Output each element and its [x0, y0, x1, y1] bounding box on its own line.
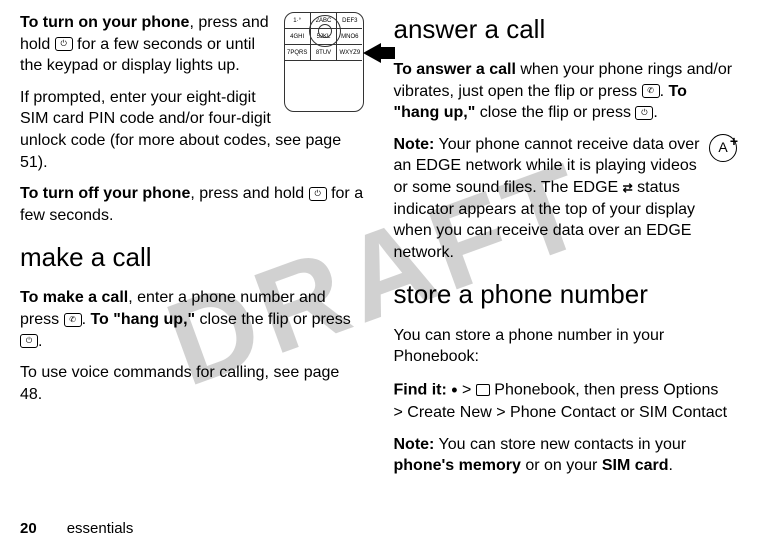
keypad-key: 1·° — [285, 13, 311, 29]
answer-call-label: To answer a call — [394, 61, 516, 78]
page-columns: 1·° 2ABC DEF3 4GHI 5JKL MNO6 7PQRS 8TUV … — [0, 0, 757, 487]
make-call-paragraph: To make a call, enter a phone number and… — [20, 287, 364, 352]
end-key-icon: ⏻ — [20, 334, 38, 348]
keypad-key: 4GHI — [285, 29, 311, 45]
phonebook-label: Phonebook — [394, 348, 475, 365]
text: > — [458, 381, 476, 398]
power-key-icon: ⏻ — [55, 37, 73, 51]
text: You can store a phone number in your — [394, 327, 665, 344]
menu-phonebook: Phonebook — [494, 381, 575, 398]
store-note-paragraph: Note: You can store new contacts in your… — [394, 434, 738, 477]
keypad-key: WXYZ9 — [337, 45, 362, 61]
text: . — [660, 83, 669, 100]
keypad-key: MNO6 — [337, 29, 362, 45]
menu-create-new: Create New — [407, 404, 491, 421]
section-name: essentials — [67, 520, 134, 537]
turn-off-label: To turn off your phone — [20, 185, 190, 202]
text: close the flip or press — [195, 311, 351, 328]
text: You can store new contacts in your — [434, 436, 686, 453]
keypad-key: 8TUV — [311, 45, 337, 61]
keypad-illustration: 1·° 2ABC DEF3 4GHI 5JKL MNO6 7PQRS 8TUV … — [284, 12, 364, 112]
menu-options: Options — [663, 381, 718, 398]
keypad-key: 7PQRS — [285, 45, 311, 61]
hang-up-label: To "hang up," — [90, 311, 195, 328]
make-call-label: To make a call — [20, 289, 128, 306]
answer-a-call-heading: answer a call — [394, 12, 738, 47]
phone-memory-label: phone's memory — [394, 457, 521, 474]
voice-commands-paragraph: To use voice commands for calling, see p… — [20, 362, 364, 405]
store-intro-paragraph: You can store a phone number in your Pho… — [394, 325, 738, 368]
find-it-paragraph: Find it: • > Phonebook, then press Optio… — [394, 378, 738, 424]
pointer-arrow-icon — [363, 43, 381, 63]
text: or on your — [521, 457, 602, 474]
right-column: answer a call To answer a call when your… — [394, 12, 738, 487]
power-key-icon: ⏻ — [309, 187, 327, 201]
left-column: 1·° 2ABC DEF3 4GHI 5JKL MNO6 7PQRS 8TUV … — [20, 12, 364, 487]
sim-card-label: SIM card — [602, 457, 669, 474]
keypad-key: DEF3 — [337, 13, 362, 29]
edge-note-paragraph: Note: Your phone cannot receive data ove… — [394, 134, 738, 264]
send-key-icon: ✆ — [64, 313, 82, 327]
menu-phone-contact: Phone Contact — [510, 404, 616, 421]
text: or — [616, 404, 639, 421]
end-key-icon: ⏻ — [635, 106, 653, 120]
text: . — [38, 333, 42, 350]
turn-on-label: To turn on your phone — [20, 14, 189, 31]
text: , then press — [575, 381, 663, 398]
store-phone-heading: store a phone number — [394, 277, 738, 312]
menu-sim-contact: SIM Contact — [639, 404, 727, 421]
edge-status-icon: ⇄ — [623, 180, 633, 196]
accessibility-icon — [709, 134, 737, 162]
text: . — [669, 457, 673, 474]
find-it-label: Find it: — [394, 381, 447, 398]
text: > — [492, 404, 510, 421]
turn-on-paragraph: 1·° 2ABC DEF3 4GHI 5JKL MNO6 7PQRS 8TUV … — [20, 12, 364, 77]
text: , press and hold — [190, 185, 308, 202]
text: > — [394, 404, 408, 421]
text: : — [474, 348, 478, 365]
note-label: Note: — [394, 136, 435, 153]
turn-off-paragraph: To turn off your phone, press and hold ⏻… — [20, 183, 364, 226]
send-key-icon: ✆ — [642, 84, 660, 98]
note-label: Note: — [394, 436, 435, 453]
answer-call-paragraph: To answer a call when your phone rings a… — [394, 59, 738, 124]
text: close the flip or press — [475, 104, 635, 121]
page-footer: 20 essentials — [20, 520, 133, 537]
text: . — [653, 104, 657, 121]
page-number: 20 — [20, 520, 37, 537]
make-a-call-heading: make a call — [20, 240, 364, 275]
phonebook-icon — [476, 384, 490, 396]
